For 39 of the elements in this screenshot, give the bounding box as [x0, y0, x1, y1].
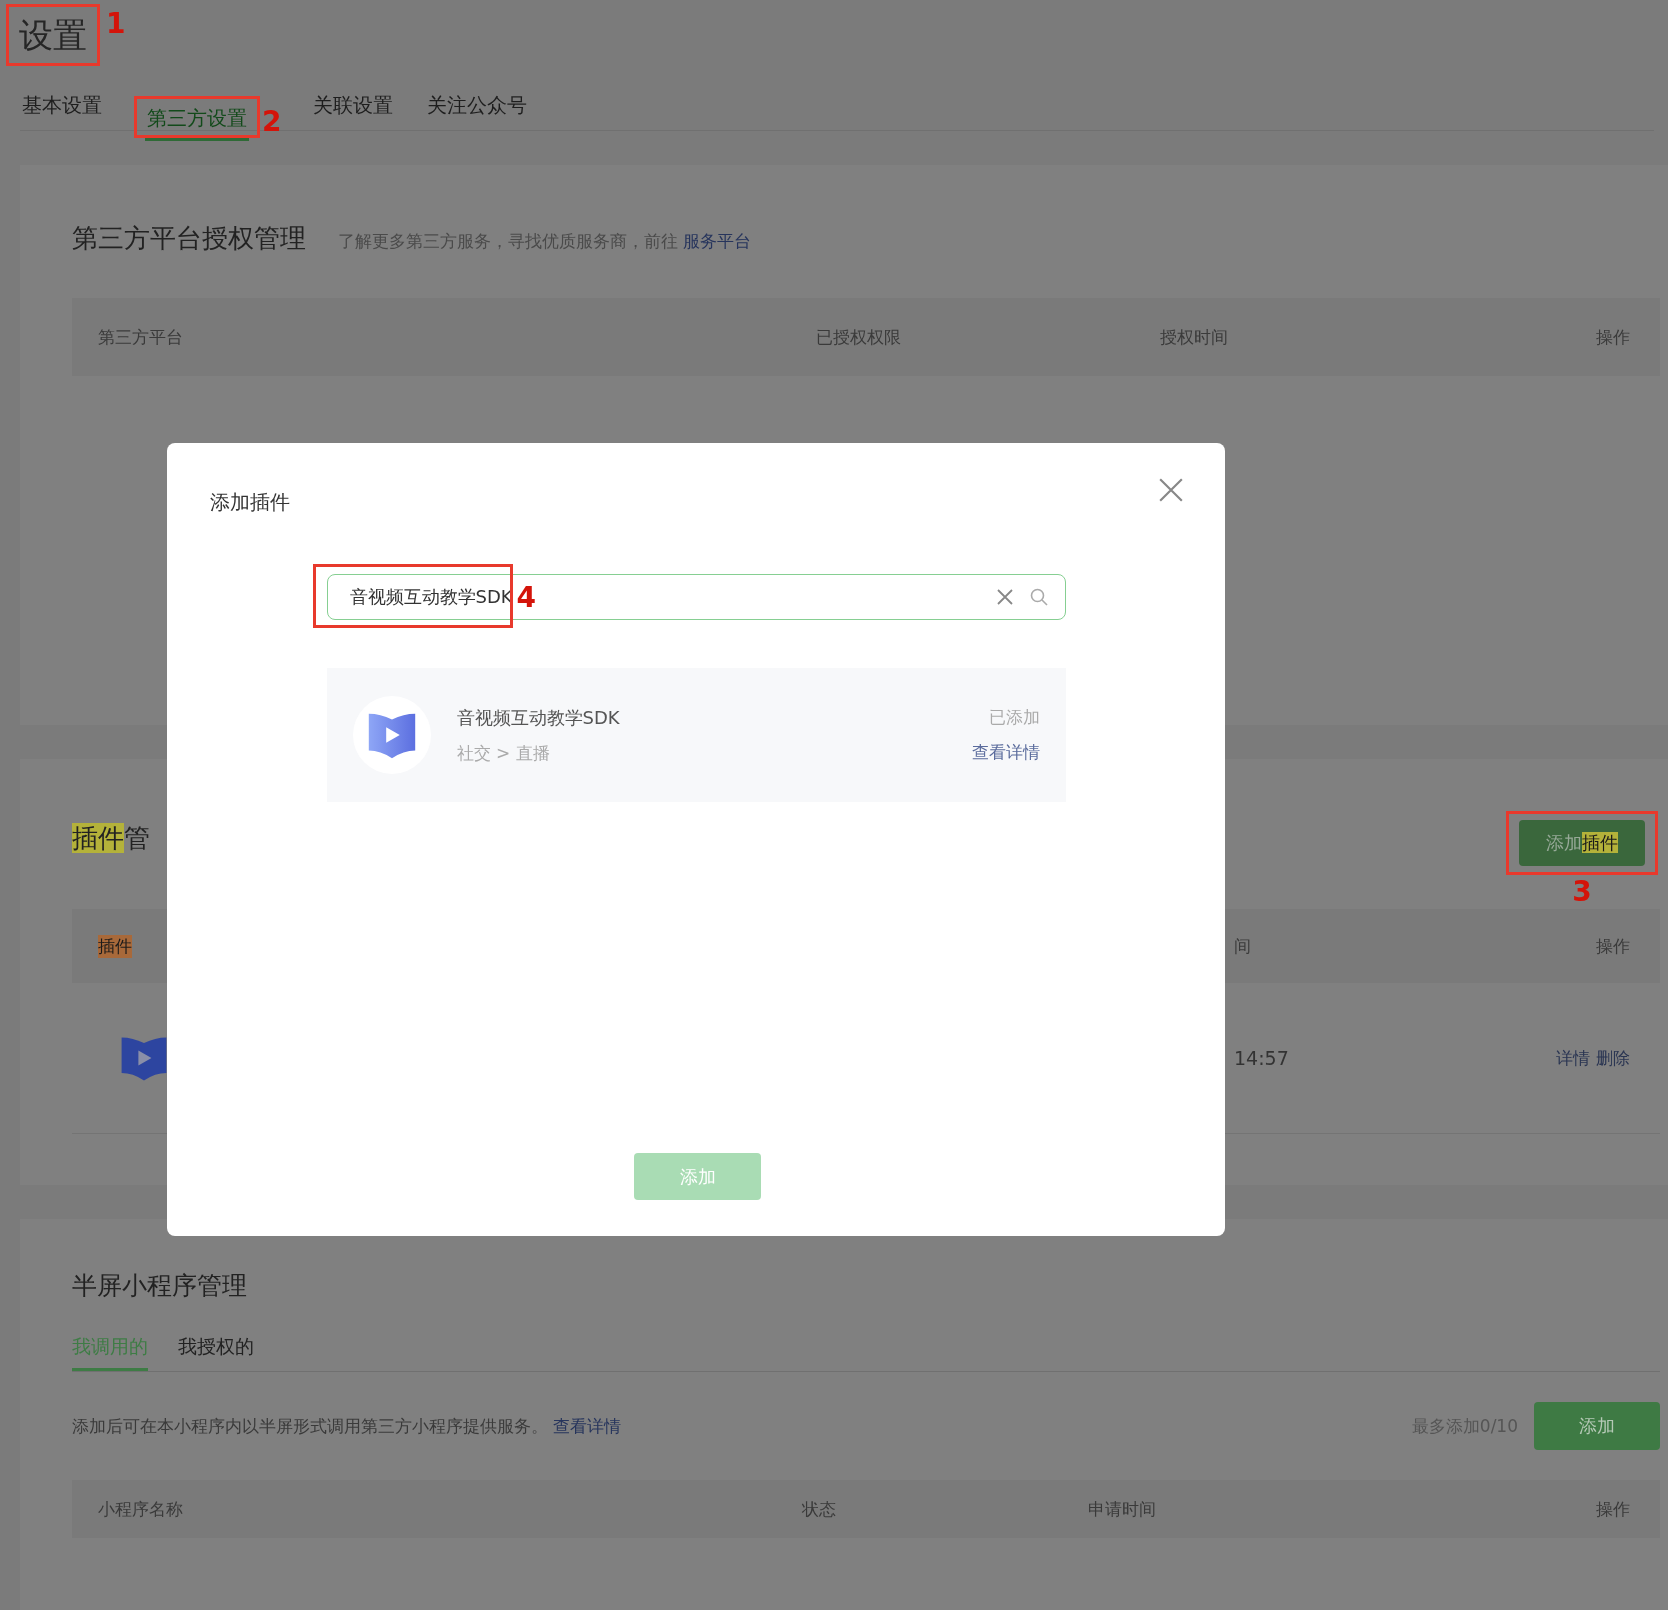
column-header: 插件 — [98, 934, 132, 958]
search-icon[interactable] — [1028, 587, 1049, 607]
column-header: 授权时间 — [1160, 325, 1229, 349]
column-header: 操作 — [1596, 1497, 1630, 1521]
annotation-number: 2 — [262, 106, 282, 138]
close-icon[interactable] — [1158, 477, 1184, 503]
tab[interactable]: 基本设置 — [20, 86, 104, 130]
plugin-name: 音视频互动教学SDK — [456, 705, 621, 730]
add-button[interactable]: 添加 — [1534, 1402, 1660, 1450]
column-header: 已授权权限 — [816, 325, 902, 349]
dialog-title: 添加插件 — [210, 489, 290, 516]
clear-icon[interactable] — [994, 587, 1015, 607]
section-title: 插件管 — [72, 822, 150, 855]
tab[interactable]: 关注公众号 — [425, 86, 530, 130]
details-link[interactable]: 查看详情 — [971, 741, 1040, 764]
column-header: 操作 — [1596, 325, 1630, 349]
add-plugin-button[interactable]: 添加插件 — [1519, 820, 1645, 866]
section-title: 半屏小程序管理 — [72, 1270, 248, 1302]
service-platform-link[interactable]: 服务平台 — [683, 231, 752, 251]
details-link[interactable]: 查看详情 — [553, 1415, 622, 1436]
action-link[interactable]: 详情 — [1556, 1046, 1590, 1070]
column-header: 操作 — [1596, 934, 1630, 958]
column-header: 小程序名称 — [98, 1497, 184, 1521]
tab[interactable]: 第三方设置 — [145, 100, 249, 141]
section-title: 第三方平台授权管理 — [72, 222, 306, 255]
tab[interactable]: 关联设置 — [311, 86, 396, 130]
action-link[interactable]: 删除 — [1596, 1046, 1630, 1070]
page-title: 设置 — [19, 14, 87, 57]
status-text: 已添加 — [988, 706, 1040, 729]
column-header: 状态 — [802, 1497, 837, 1521]
table-cell-text: 14:57 — [1234, 1047, 1290, 1069]
annotation-number: 3 — [1572, 875, 1592, 909]
column-header: 申请时间 — [1088, 1497, 1157, 1521]
column-header: 间 — [1234, 934, 1251, 958]
annotation-number: 1 — [106, 6, 126, 42]
category-text: 社交 > 直播 — [456, 741, 551, 765]
tab[interactable]: 我授权的 — [178, 1330, 254, 1371]
annotation-number: 4 — [516, 580, 536, 616]
result-card[interactable]: 音视频互动教学SDK 社交 > 直播 已添加 查看详情 — [326, 668, 1066, 802]
